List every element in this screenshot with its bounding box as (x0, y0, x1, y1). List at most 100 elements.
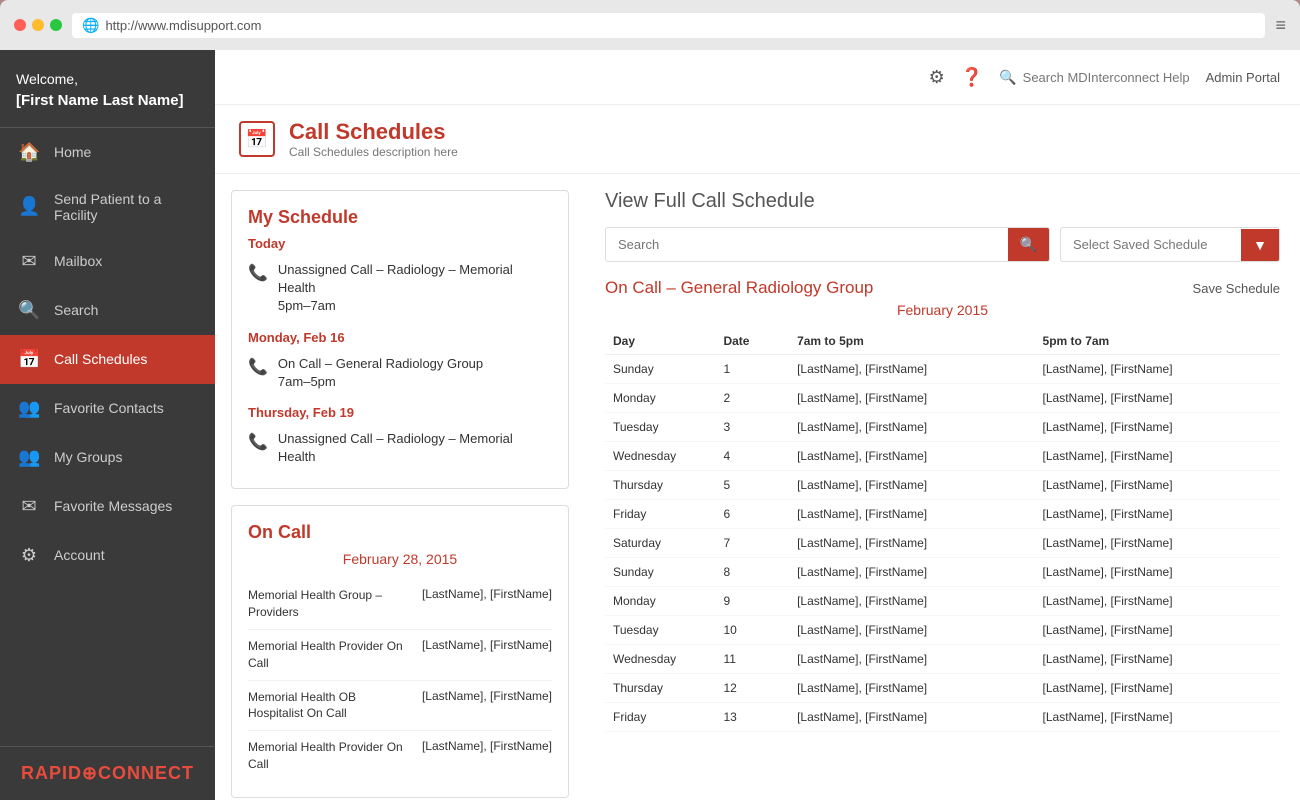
cell-shift1: [LastName], [FirstName] (789, 558, 1034, 587)
cell-date: 1 (715, 355, 789, 384)
address-bar[interactable]: 🌐 http://www.mdisupport.com (72, 13, 1265, 38)
page-header-icon: 📅 (239, 121, 275, 157)
send-patient-icon: 👤 (18, 196, 40, 217)
cell-shift2: [LastName], [FirstName] (1035, 413, 1280, 442)
on-call-date: February 28, 2015 (248, 551, 552, 567)
cell-day: Tuesday (605, 616, 715, 645)
user-name: [First Name Last Name] (16, 90, 199, 111)
cell-shift2: [LastName], [FirstName] (1035, 529, 1280, 558)
save-schedule-button[interactable]: Save Schedule (1193, 281, 1280, 296)
select-schedule-text: Select Saved Schedule (1061, 229, 1241, 260)
call-schedules-icon: 📅 (18, 349, 40, 370)
cell-shift2: [LastName], [FirstName] (1035, 616, 1280, 645)
sidebar-label-search: Search (54, 302, 98, 318)
schedule-group-title: On Call – General Radiology Group (605, 278, 873, 298)
sidebar-item-favorite-messages[interactable]: ✉Favorite Messages (0, 482, 215, 531)
schedule-item-text: Unassigned Call – Radiology – Memorial H… (278, 261, 552, 316)
sidebar-item-home[interactable]: 🏠Home (0, 128, 215, 177)
cell-shift2: [LastName], [FirstName] (1035, 384, 1280, 413)
cell-date: 3 (715, 413, 789, 442)
schedule-table-body: Sunday 1 [LastName], [FirstName] [LastNa… (605, 355, 1280, 732)
search-input-wrapper: 🔍 (605, 227, 1050, 262)
cell-date: 9 (715, 587, 789, 616)
oncall-group-name: Memorial Health Provider On Call (248, 638, 412, 672)
list-item: Memorial Health Provider On Call[LastNam… (248, 731, 552, 781)
page-title: Call Schedules (289, 119, 458, 145)
table-row: Tuesday 10 [LastName], [FirstName] [Last… (605, 616, 1280, 645)
sidebar-item-account[interactable]: ⚙Account (0, 531, 215, 580)
favorite-contacts-icon: 👥 (18, 398, 40, 419)
cell-shift1: [LastName], [FirstName] (789, 703, 1034, 732)
search-bar: 🔍 Select Saved Schedule ▼ (605, 227, 1280, 262)
oncall-group-name: Memorial Health Provider On Call (248, 739, 412, 773)
cell-date: 5 (715, 471, 789, 500)
sidebar-item-call-schedules[interactable]: 📅 Call Schedules (0, 335, 215, 384)
oncall-person-name: [LastName], [FirstName] (422, 689, 552, 703)
table-row: Thursday 12 [LastName], [FirstName] [Las… (605, 674, 1280, 703)
sidebar: Welcome, [First Name Last Name] 🏠Home👤Se… (0, 50, 215, 800)
top-bar: ⚙ ❓ 🔍 Search MDInterconnect Help Admin P… (215, 50, 1300, 105)
cell-date: 10 (715, 616, 789, 645)
settings-icon[interactable]: ⚙ (929, 67, 945, 88)
browser-dots (14, 19, 62, 31)
on-call-title: On Call (248, 522, 552, 543)
cell-shift1: [LastName], [FirstName] (789, 587, 1034, 616)
search-button[interactable]: 🔍 (1008, 228, 1049, 261)
on-call-card: On Call February 28, 2015 Memorial Healt… (231, 505, 569, 797)
cell-day: Sunday (605, 558, 715, 587)
cell-shift1: [LastName], [FirstName] (789, 616, 1034, 645)
cell-day: Wednesday (605, 442, 715, 471)
cell-shift2: [LastName], [FirstName] (1035, 645, 1280, 674)
cell-date: 4 (715, 442, 789, 471)
dot-green[interactable] (50, 19, 62, 31)
schedule-date-mon: Monday, Feb 16 (248, 330, 552, 345)
view-full-title: View Full Call Schedule (605, 190, 1280, 213)
sidebar-item-search[interactable]: 🔍Search (0, 286, 215, 335)
browser-menu-icon[interactable]: ≡ (1275, 15, 1286, 36)
page-header: 📅 Call Schedules Call Schedules descript… (215, 105, 1300, 174)
topbar-search[interactable]: 🔍 Search MDInterconnect Help (999, 69, 1189, 86)
cell-shift2: [LastName], [FirstName] (1035, 355, 1280, 384)
select-schedule-dropdown-button[interactable]: ▼ (1241, 229, 1279, 261)
col-header-date: Date (715, 328, 789, 355)
cell-shift1: [LastName], [FirstName] (789, 471, 1034, 500)
sidebar-item-my-groups[interactable]: 👥 My Groups (0, 433, 215, 482)
sidebar-welcome: Welcome, [First Name Last Name] (0, 50, 215, 128)
cell-shift2: [LastName], [FirstName] (1035, 674, 1280, 703)
sidebar-item-send-patient[interactable]: 👤Send Patient to a Facility (0, 177, 215, 237)
phone-icon: 📞 (248, 432, 268, 452)
globe-icon: 🌐 (82, 17, 99, 34)
cell-shift2: [LastName], [FirstName] (1035, 587, 1280, 616)
table-row: Friday 13 [LastName], [FirstName] [LastN… (605, 703, 1280, 732)
cell-day: Tuesday (605, 413, 715, 442)
admin-portal-link[interactable]: Admin Portal (1206, 70, 1280, 85)
help-icon[interactable]: ❓ (961, 67, 983, 88)
table-row: Monday 2 [LastName], [FirstName] [LastNa… (605, 384, 1280, 413)
main-content: ⚙ ❓ 🔍 Search MDInterconnect Help Admin P… (215, 50, 1300, 800)
dot-yellow[interactable] (32, 19, 44, 31)
cell-shift1: [LastName], [FirstName] (789, 645, 1034, 674)
sidebar-label-call-schedules: Call Schedules (54, 351, 147, 367)
sidebar-label-my-groups: My Groups (54, 449, 122, 465)
on-call-list: Memorial Health Group – Providers[LastNa… (248, 579, 552, 780)
phone-icon: 📞 (248, 357, 268, 377)
my-groups-icon: 👥 (18, 447, 40, 468)
dot-red[interactable] (14, 19, 26, 31)
sidebar-item-mailbox[interactable]: ✉Mailbox (0, 237, 215, 286)
oncall-person-name: [LastName], [FirstName] (422, 638, 552, 652)
select-schedule-wrapper: Select Saved Schedule ▼ (1060, 227, 1280, 262)
sidebar-item-favorite-contacts[interactable]: 👥Favorite Contacts (0, 384, 215, 433)
browser-chrome: 🌐 http://www.mdisupport.com ≡ (0, 0, 1300, 50)
cell-date: 2 (715, 384, 789, 413)
search-input[interactable] (606, 229, 1008, 260)
col-header-shift2: 5pm to 7am (1035, 328, 1280, 355)
app-wrapper: Welcome, [First Name Last Name] 🏠Home👤Se… (0, 50, 1300, 800)
cell-shift2: [LastName], [FirstName] (1035, 500, 1280, 529)
cell-shift1: [LastName], [FirstName] (789, 442, 1034, 471)
col-header-day: Day (605, 328, 715, 355)
cell-day: Monday (605, 384, 715, 413)
cell-shift1: [LastName], [FirstName] (789, 355, 1034, 384)
table-row: Monday 9 [LastName], [FirstName] [LastNa… (605, 587, 1280, 616)
sidebar-label-mailbox: Mailbox (54, 253, 102, 269)
schedule-item: 📞 Unassigned Call – Radiology – Memorial… (248, 424, 552, 472)
